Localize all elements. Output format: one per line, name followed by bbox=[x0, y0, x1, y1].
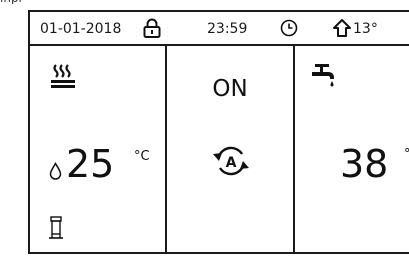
tank-heater-icon bbox=[49, 216, 63, 239]
heating-temperature: 25 bbox=[66, 142, 115, 186]
time-display: 23:59 bbox=[207, 21, 248, 37]
date-display: 01-01-2018 bbox=[40, 21, 122, 37]
header-fragment: lhpr bbox=[0, 0, 409, 4]
heating-panel[interactable]: 25 °C bbox=[30, 46, 167, 254]
water-drop-icon bbox=[49, 162, 62, 180]
panel-row: 25 °C ON A 38 ° bbox=[30, 46, 409, 254]
hot-water-temperature: 38 bbox=[340, 142, 389, 186]
heating-icon bbox=[51, 64, 75, 88]
svg-text:A: A bbox=[226, 155, 237, 171]
heating-unit: °C bbox=[134, 149, 150, 164]
lock-icon[interactable] bbox=[143, 18, 161, 38]
tap-icon bbox=[312, 64, 334, 87]
clock-icon[interactable] bbox=[280, 19, 298, 37]
status-bar: 01-01-2018 23:59 13° bbox=[30, 12, 409, 46]
auto-mode-icon[interactable]: A bbox=[211, 144, 251, 178]
power-status: ON bbox=[212, 76, 248, 102]
mode-panel[interactable]: ON A bbox=[167, 46, 295, 254]
home-icon bbox=[333, 19, 351, 37]
outdoor-temperature: 13° bbox=[353, 21, 378, 37]
hot-water-panel[interactable]: 38 ° bbox=[295, 46, 409, 254]
hot-water-unit: ° bbox=[404, 147, 409, 162]
controller-screen: 01-01-2018 23:59 13° 25 °C ON A 38 ° bbox=[28, 10, 409, 254]
